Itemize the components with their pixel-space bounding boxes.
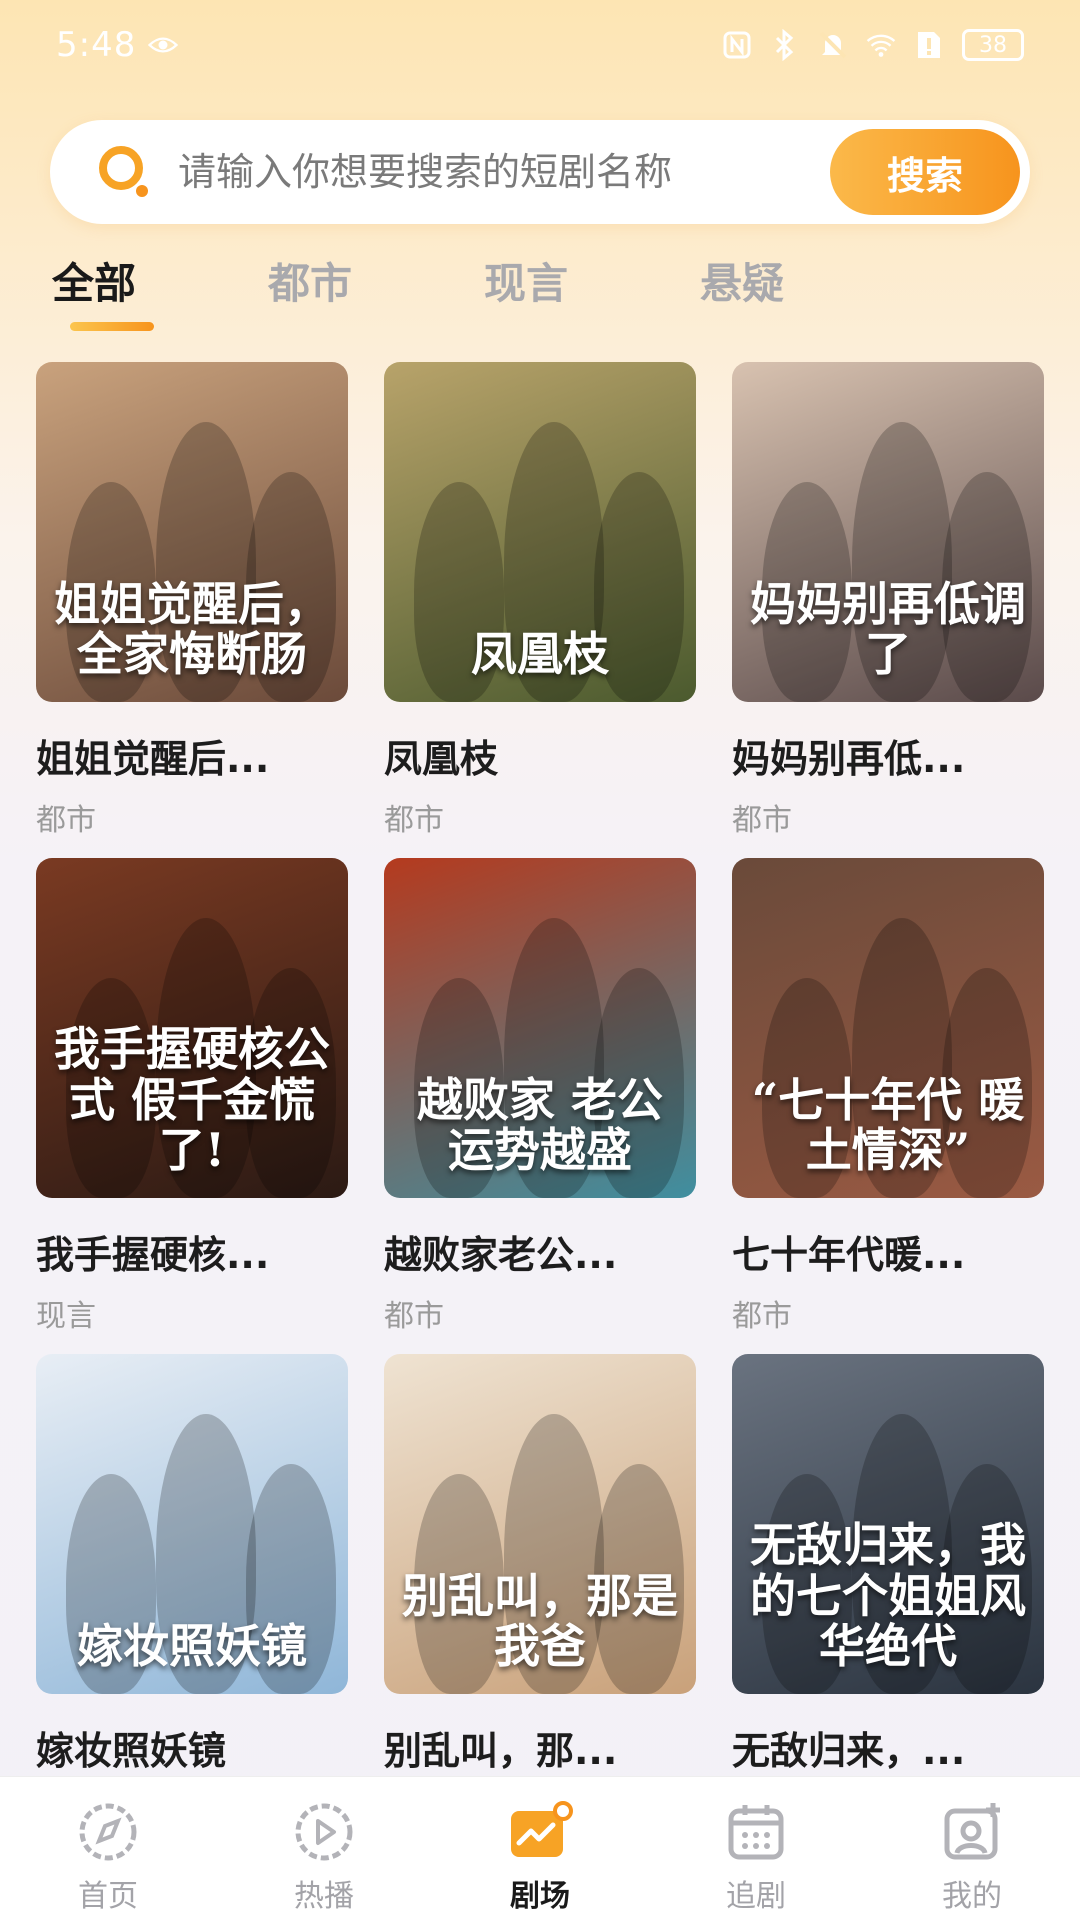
tab-label: 悬疑: [700, 259, 785, 308]
drama-card[interactable]: 我手握硬核公式 假千金慌了! 我手握硬核... 现言: [36, 858, 348, 1354]
poster-title-art: 无敌归来，我的七个姐姐风华绝代: [750, 1518, 1026, 1674]
bottom-nav: 首页 热播 剧场 追剧 我的: [0, 1776, 1080, 1920]
tab-label: 现言: [484, 259, 569, 308]
nav-follow[interactable]: 追剧: [686, 1799, 826, 1915]
compass-icon: [69, 1799, 147, 1865]
play-icon: [285, 1799, 363, 1865]
eye-icon: [148, 30, 179, 60]
nav-label: 剧场: [510, 1879, 570, 1914]
tab-label: 全部: [52, 259, 137, 308]
drama-poster[interactable]: 我手握硬核公式 假千金慌了!: [36, 858, 348, 1198]
nav-label: 热播: [294, 1879, 354, 1914]
sim-alert-icon: [914, 30, 944, 60]
drama-title[interactable]: 七十年代暖...: [732, 1224, 1044, 1279]
calendar-icon: [717, 1799, 795, 1865]
nav-label: 首页: [78, 1879, 138, 1914]
tab-modern-romance[interactable]: 现言: [484, 250, 700, 330]
drama-genre: 都市: [36, 803, 96, 838]
nav-label: 追剧: [726, 1879, 786, 1914]
nav-profile[interactable]: 我的: [902, 1799, 1042, 1915]
poster-title-art: 凤凰枝: [471, 627, 609, 682]
drama-poster[interactable]: 无敌归来，我的七个姐姐风华绝代: [732, 1354, 1044, 1694]
drama-card[interactable]: 凤凰枝 凤凰枝 都市: [384, 362, 696, 858]
tab-label: 都市: [268, 259, 353, 308]
drama-poster[interactable]: 凤凰枝: [384, 362, 696, 702]
poster-title-art: 嫁妆照妖镜: [77, 1619, 307, 1674]
nav-label: 我的: [942, 1879, 1002, 1914]
nfc-icon: [722, 30, 752, 60]
battery-indicator: 38: [962, 29, 1024, 61]
drama-title[interactable]: 凤凰枝: [384, 728, 696, 783]
drama-title[interactable]: 别乱叫，那...: [384, 1720, 696, 1775]
drama-genre: 都市: [384, 803, 444, 838]
profile-icon: [933, 1799, 1011, 1865]
drama-title[interactable]: 姐姐觉醒后...: [36, 728, 348, 783]
drama-poster[interactable]: 妈妈别再低调了: [732, 362, 1044, 702]
drama-genre: 都市: [732, 1299, 792, 1334]
drama-genre: 都市: [732, 803, 792, 838]
search-icon: [94, 141, 156, 203]
search-input[interactable]: [178, 150, 830, 194]
drama-poster[interactable]: 越败家 老公 运势越盛: [384, 858, 696, 1198]
theater-chart-icon: [501, 1799, 579, 1865]
wifi-icon: [866, 30, 896, 60]
drama-poster[interactable]: “七十年代 暖土情深”: [732, 858, 1044, 1198]
drama-card[interactable]: 越败家 老公 运势越盛越败家老公... 都市: [384, 858, 696, 1354]
status-left: 5:48: [56, 25, 179, 65]
status-time: 5:48: [56, 25, 137, 65]
drama-title[interactable]: 我手握硬核...: [36, 1224, 348, 1279]
mute-bell-icon: [818, 30, 848, 60]
drama-card[interactable]: “七十年代 暖土情深” 七十年代暖... 都市: [732, 858, 1044, 1354]
status-right: 38: [722, 29, 1024, 61]
tab-active-indicator: [70, 322, 154, 331]
nav-hot[interactable]: 热播: [254, 1799, 394, 1915]
tab-urban[interactable]: 都市: [268, 250, 484, 330]
search-button[interactable]: 搜索: [830, 129, 1020, 215]
poster-title-art: 越败家 老公 运势越盛: [416, 1072, 663, 1178]
drama-title[interactable]: 妈妈别再低...: [732, 728, 1044, 783]
status-bar: 5:48 38: [0, 0, 1080, 90]
search-bar[interactable]: 搜索: [50, 120, 1030, 224]
poster-title-art: 我手握硬核公式 假千金慌了!: [54, 1022, 330, 1178]
drama-genre: 现言: [36, 1299, 96, 1334]
bluetooth-icon: [770, 29, 800, 61]
tab-suspense[interactable]: 悬疑: [700, 250, 916, 330]
drama-poster[interactable]: 别乱叫，那是我爸: [384, 1354, 696, 1694]
drama-grid: 姐姐觉醒后，全家悔断肠 姐姐觉醒后... 都市 凤凰枝 凤凰枝 都市 妈妈别再低调了 妈妈别再…: [36, 362, 1046, 1850]
poster-title-art: 别乱叫，那是我爸: [402, 1568, 678, 1674]
drama-title[interactable]: 越败家老公...: [384, 1224, 696, 1279]
drama-title[interactable]: 嫁妆照妖镜: [36, 1720, 348, 1775]
nav-theater[interactable]: 剧场: [470, 1799, 610, 1915]
drama-card[interactable]: 姐姐觉醒后，全家悔断肠姐姐觉醒后... 都市: [36, 362, 348, 858]
poster-title-art: “七十年代 暖土情深”: [751, 1072, 1025, 1178]
category-tabs: 全部 都市 现言 悬疑: [52, 250, 916, 340]
drama-title[interactable]: 无敌归来，...: [732, 1720, 1044, 1775]
nav-home[interactable]: 首页: [38, 1799, 178, 1915]
tab-all[interactable]: 全部: [52, 250, 268, 331]
drama-genre: 都市: [384, 1299, 444, 1334]
poster-title-art: 姐姐觉醒后，全家悔断肠: [54, 576, 330, 682]
drama-poster[interactable]: 嫁妆照妖镜: [36, 1354, 348, 1694]
drama-poster[interactable]: 姐姐觉醒后，全家悔断肠: [36, 362, 348, 702]
poster-title-art: 妈妈别再低调了: [750, 576, 1026, 682]
drama-card[interactable]: 妈妈别再低调了妈妈别再低... 都市: [732, 362, 1044, 858]
